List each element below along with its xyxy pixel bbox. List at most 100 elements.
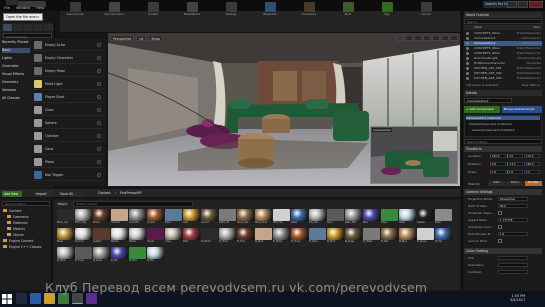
placeable-item[interactable]: Cylinder [33,130,103,142]
landscape-mode-icon[interactable] [23,24,33,31]
category-6[interactable]: Volumes [2,88,30,93]
asset-search-input[interactable]: Search Assets [72,201,193,207]
asset-tile[interactable]: Brass [57,228,74,244]
asset-tile[interactable]: Paint [183,228,200,244]
asset-tile[interactable]: Ground [201,209,218,225]
folder-item[interactable]: Geometry [7,215,29,219]
help-icon[interactable] [97,147,101,151]
windows-start-icon[interactable] [2,294,12,304]
camera-setting-value[interactable]: 90.0 [498,204,528,208]
folder-item[interactable]: Engine Content [3,239,34,243]
category-0[interactable]: Recently Placed [2,40,30,45]
category-1[interactable]: Basic [2,48,30,53]
help-icon[interactable] [97,173,101,177]
rotate-tool-icon[interactable] [405,35,413,41]
asset-tile[interactable]: Rock [327,209,344,225]
camera-setting-value[interactable]: 1.777778 [498,218,528,222]
visibility-eye-icon[interactable] [466,57,469,60]
maximize-icon[interactable] [518,1,528,8]
visibility-eye-icon[interactable] [466,62,469,65]
asset-tile[interactable]: M_Glass [93,247,110,263]
asset-tile[interactable]: Cooper [147,209,164,225]
asset-tile[interactable]: M_Rock [255,228,272,244]
asset-tile[interactable]: Concrete [129,209,146,225]
column-label[interactable]: Label [474,25,482,30]
lit-button[interactable]: Lit [136,35,147,41]
color-grading-value[interactable] [498,263,528,267]
placeable-item[interactable]: Box Trigger [33,169,103,181]
visibility-eye-icon[interactable] [466,47,469,50]
folder-item[interactable]: Materials [7,221,28,225]
angle-snap-icon[interactable] [441,35,449,41]
camera-setting-value[interactable]: 1.0 [498,232,528,236]
asset-tile[interactable]: M_Grass [345,228,362,244]
scale-tool-icon[interactable] [414,35,422,41]
camera-setting-checkbox[interactable] [498,225,502,229]
breadcrumb-firstpersonbp[interactable]: FirstPersonBP [120,191,142,197]
toolbar-button-9[interactable]: Launch [415,2,437,21]
placeable-item[interactable]: Sphere [33,117,103,129]
foliage-mode-icon[interactable] [33,24,43,31]
folder-item[interactable]: Engine C++ Classes [3,245,42,249]
category-2[interactable]: Lights [2,56,30,61]
asset-tile[interactable]: Gold [183,209,200,225]
asset-tile[interactable]: Velvet [147,228,164,244]
placeable-item[interactable]: Empty Actor [33,39,103,51]
asset-tile[interactable]: M_Brick [327,228,344,244]
asset-tile[interactable]: Rubber [417,209,434,225]
asset-tile[interactable]: Brick_Clay [75,209,92,225]
edge-browser-icon[interactable] [30,293,41,304]
help-icon[interactable] [97,160,101,164]
location-field-y[interactable]: 3.0 [507,154,523,158]
help-icon[interactable] [97,134,101,138]
toolbar-button-0[interactable]: Save Current [64,2,86,21]
filters-button[interactable]: Filters [56,202,69,206]
asset-tile[interactable]: M_Cloud [291,228,308,244]
toolbar-button-1[interactable]: Source Control [103,2,125,21]
column-type[interactable]: Type [533,25,540,30]
help-icon[interactable] [97,108,101,112]
asset-tile[interactable]: Steel [435,209,452,225]
asset-tile[interactable]: M_Green [417,228,434,244]
visibility-eye-icon[interactable] [466,52,469,55]
mobility-movable[interactable]: Movable [524,181,542,186]
placeable-item[interactable]: Point Light [33,78,103,90]
color-grading-value[interactable] [498,270,528,274]
help-icon[interactable] [97,82,101,86]
system-clock[interactable]: 1:55 PM 4/4/2017 [510,294,525,302]
folder-search-input[interactable]: Search Folders [2,201,50,206]
placeable-item[interactable]: Cone [33,143,103,155]
location-field-x[interactable]: 165.0 [490,154,506,158]
add-component-button[interactable]: + Add Component [464,106,500,113]
asset-tile[interactable]: Wood_Pine [255,209,272,225]
asset-tile[interactable]: Marble [111,228,128,244]
camera-settings-header[interactable]: Camera Settings [464,189,542,195]
asset-tile[interactable]: M_Pane [57,247,74,263]
category-5[interactable]: Geometry [2,80,30,85]
asset-tile[interactable]: Wall_Tile [273,209,290,225]
color-grading-header[interactable]: Color Grading [464,248,542,254]
toolbar-button-8[interactable]: Play [376,2,398,21]
help-icon[interactable] [97,95,101,99]
mobility-stationary[interactable]: Station [506,181,524,186]
menu-window[interactable]: Window [16,6,30,11]
toolbar-button-5[interactable]: Blueprints [259,2,281,21]
asset-tile[interactable]: Linen [165,228,182,244]
blueprint-button[interactable]: Blueprint/Add Script [502,106,542,113]
rotation-field-z[interactable]: 190.0 [524,162,540,166]
menu-file[interactable]: File [4,6,10,11]
minimize-icon[interactable] [507,1,517,8]
scale-field-x[interactable]: 1.0 [490,170,506,174]
toolbar-button-4[interactable]: Settings [220,2,242,21]
place-mode-icon[interactable] [3,24,13,31]
asset-tile[interactable]: Basic_Mat [345,209,362,225]
component-item[interactable]: CameraComponent (Inherited) [469,122,512,126]
menu-help[interactable]: Help [36,6,44,11]
visibility-eye-icon[interactable] [466,72,469,75]
help-icon[interactable] [97,43,101,47]
asset-tile[interactable]: Blue [363,209,380,225]
asset-tile[interactable]: Glass [399,209,416,225]
camera-setting-value[interactable]: Perspective [498,197,528,201]
save-all-button[interactable]: Save All [58,191,82,197]
folder-item[interactable]: Content [3,209,22,213]
